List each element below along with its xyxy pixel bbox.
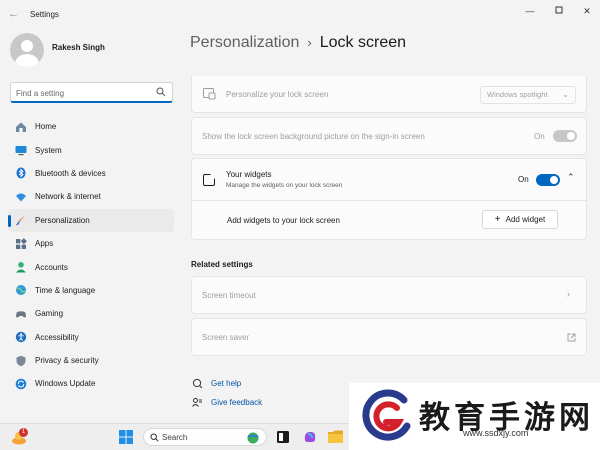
personalize-lock-screen-label: Personalize your lock screen <box>226 90 329 99</box>
close-button[interactable]: ✕ <box>579 5 595 17</box>
breadcrumb-separator: › <box>307 35 312 50</box>
sidebar-item-accessibility[interactable]: Accessibility <box>8 326 174 349</box>
show-background-signin-label: Show the lock screen background picture … <box>202 132 425 141</box>
add-widget-button[interactable]: + Add widget <box>482 210 558 229</box>
windows-update-icon <box>15 378 27 390</box>
widgets-label: Your widgets <box>226 170 272 179</box>
title-bar: ← Settings — ✕ <box>0 0 600 30</box>
minimize-button[interactable]: — <box>522 5 538 17</box>
sidebar-item-privacy-security[interactable]: Privacy & security <box>8 349 174 372</box>
profile-name: Rakesh Singh <box>52 43 105 52</box>
external-link-icon <box>567 333 576 342</box>
widgets-toggle[interactable] <box>536 174 560 186</box>
widgets-icon <box>203 174 215 186</box>
sidebar-item-gaming[interactable]: Gaming <box>8 302 174 325</box>
page-title: Personalization › Lock screen <box>190 34 406 52</box>
widgets-description: Manage the widgets on your lock screen <box>226 182 343 189</box>
back-arrow-icon[interactable]: ← <box>8 8 19 20</box>
widgets-toggle-state: On <box>518 175 529 184</box>
weather-widget[interactable]: 1 <box>11 428 29 446</box>
file-explorer-icon[interactable] <box>328 430 343 443</box>
search-box[interactable] <box>10 82 173 103</box>
breadcrumb-personalization[interactable]: Personalization <box>190 34 299 51</box>
breadcrumb-current: Lock screen <box>319 34 407 51</box>
windows-start-icon[interactable] <box>119 430 133 444</box>
collapse-chevron-up-icon[interactable]: ⌃ <box>567 172 575 183</box>
bluetooth-icon <box>16 167 26 179</box>
copilot-icon[interactable] <box>303 430 317 444</box>
home-icon <box>16 122 26 132</box>
show-background-toggle[interactable] <box>553 130 577 142</box>
accounts-icon <box>16 262 26 273</box>
sidebar-item-system[interactable]: System <box>8 138 174 161</box>
sidebar-item-windows-update[interactable]: Windows Update <box>8 372 174 395</box>
sidebar-item-home[interactable]: Home <box>8 115 174 138</box>
lock-screen-type-value: Windows spotlight <box>487 90 548 99</box>
add-widgets-label: Add widgets to your lock screen <box>227 216 340 225</box>
accessibility-icon <box>15 332 27 343</box>
active-indicator <box>8 214 11 227</box>
window-title: Settings <box>30 10 59 19</box>
screen-saver-label: Screen saver <box>202 333 250 342</box>
sidebar-item-time-language[interactable]: Time & language <box>8 279 174 302</box>
sidebar-nav: Home System Bluetooth & devices Network … <box>8 115 174 396</box>
sidebar-item-personalization[interactable]: Personalization <box>8 208 174 232</box>
screen-timeout-label: Screen timeout <box>202 291 256 300</box>
gamepad-icon <box>16 311 26 318</box>
give-feedback-link[interactable]: Give feedback <box>192 395 262 409</box>
system-monitor-icon <box>15 146 27 156</box>
chevron-right-icon: › <box>567 289 570 299</box>
plus-icon: + <box>494 214 501 225</box>
show-background-toggle-state: On <box>534 132 545 141</box>
search-highlight-globe-icon <box>247 432 259 444</box>
apps-icon <box>16 237 27 249</box>
chevron-down-icon: ⌄ <box>562 90 569 99</box>
search-input[interactable] <box>16 86 151 100</box>
divider <box>192 200 586 201</box>
lock-screen-type-dropdown[interactable]: Windows spotlight ⌄ <box>480 86 576 104</box>
sidebar-item-accounts[interactable]: Accounts <box>8 255 174 278</box>
task-view-icon[interactable] <box>277 431 289 443</box>
get-help-link[interactable]: Get help <box>192 376 241 390</box>
notification-badge: 1 <box>19 428 28 437</box>
shield-icon <box>16 355 26 366</box>
help-chat-icon <box>192 378 203 388</box>
screen-saver-card[interactable]: Screen saver <box>191 318 587 356</box>
wifi-icon <box>16 193 26 202</box>
widgets-card: Your widgets Manage the widgets on your … <box>191 158 587 240</box>
feedback-icon <box>192 397 202 407</box>
maximize-icon <box>555 6 563 14</box>
avatar[interactable] <box>10 33 44 67</box>
lock-screen-picture-icon <box>203 88 216 100</box>
taskbar-search-box[interactable]: Search <box>143 428 267 446</box>
show-background-signin-card: Show the lock screen background picture … <box>191 117 587 155</box>
globe-clock-icon <box>16 285 26 296</box>
watermark: 教育手游网 www.ssdxjy.com <box>349 383 600 450</box>
personalize-lock-screen-card: Personalize your lock screen Windows spo… <box>191 76 587 113</box>
sidebar-item-apps[interactable]: Apps <box>8 232 174 255</box>
watermark-logo-icon <box>362 389 411 441</box>
related-settings-heading: Related settings <box>191 260 253 269</box>
screen-timeout-card[interactable]: Screen timeout › <box>191 276 587 314</box>
sidebar-item-network[interactable]: Network & internet <box>8 185 174 208</box>
search-icon <box>156 87 166 97</box>
paintbrush-icon <box>15 215 26 226</box>
taskbar-search-icon <box>150 433 159 442</box>
maximize-button[interactable] <box>551 5 567 17</box>
sidebar-item-bluetooth[interactable]: Bluetooth & devices <box>8 162 174 185</box>
watermark-url: www.ssdxjy.com <box>463 428 529 438</box>
taskbar-search-placeholder: Search <box>162 433 188 442</box>
